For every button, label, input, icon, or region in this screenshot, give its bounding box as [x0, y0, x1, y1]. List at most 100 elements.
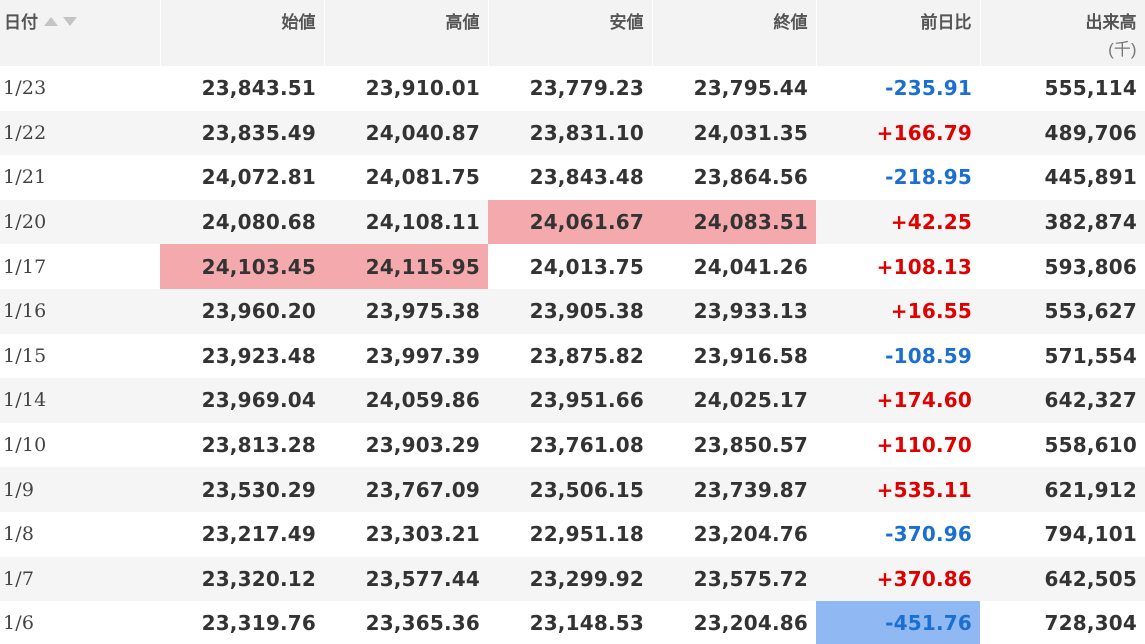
cell-close: 23,204.76 — [693, 522, 808, 547]
cell-low: 23,506.15 — [488, 467, 652, 512]
header-open: 始値 — [160, 0, 325, 66]
header-close: 終値 — [652, 0, 817, 66]
cell-high: 24,059.86 — [324, 378, 488, 423]
cell-high: 23,577.44 — [324, 556, 488, 602]
header-high: 高値 — [324, 0, 489, 66]
cell-open: 23,217.49 — [201, 522, 316, 547]
cell-close: 24,031.35 — [652, 110, 816, 156]
header-volume-label: 出来高 — [1085, 13, 1137, 32]
cell-volume: 553,627 — [980, 288, 1145, 334]
cell-close: 23,795.44 — [693, 76, 808, 101]
cell-date: 1/20 — [0, 199, 160, 245]
cell-low: 23,905.38 — [488, 288, 652, 334]
cell-open: 23,530.29 — [160, 467, 324, 512]
header-date-label: 日付 — [4, 13, 38, 32]
cell-volume: 489,706 — [980, 110, 1145, 156]
cell-low: 23,831.10 — [488, 110, 652, 156]
cell-close: 24,025.17 — [652, 378, 816, 423]
cell-low: 23,299.92 — [488, 556, 652, 602]
cell-change: -370.96 — [885, 522, 972, 547]
cell-change: -218.95 — [885, 165, 972, 190]
cell-close: 23,916.58 — [693, 343, 808, 368]
cell-date: 1/14 — [0, 378, 160, 423]
cell-low: 22,951.18 — [529, 522, 644, 547]
table-row: 1/8 23,217.49 23,303.21 22,951.18 23,204… — [0, 512, 1145, 557]
table-row: 1/7 23,320.12 23,577.44 23,299.92 23,575… — [0, 556, 1145, 602]
cell-high: 23,365.36 — [365, 611, 480, 636]
cell-volume: 571,554 — [1044, 343, 1137, 368]
cell-change: +535.11 — [816, 467, 980, 512]
table-row: 1/21 24,072.81 24,081.75 23,843.48 23,86… — [0, 155, 1145, 200]
cell-close: 23,864.56 — [693, 165, 808, 190]
cell-low: 24,013.75 — [529, 254, 644, 279]
table-row: 1/22 23,835.49 24,040.87 23,831.10 24,03… — [0, 110, 1145, 156]
cell-volume: 794,101 — [1044, 522, 1137, 547]
header-date[interactable]: 日付 — [0, 0, 161, 66]
cell-volume: 642,505 — [980, 556, 1145, 602]
table-row: 1/10 23,813.28 23,903.29 23,761.08 23,85… — [0, 423, 1145, 468]
table-row: 1/6 23,319.76 23,365.36 23,148.53 23,204… — [0, 601, 1145, 644]
cell-volume: 621,912 — [980, 467, 1145, 512]
table-row: 1/16 23,960.20 23,975.38 23,905.38 23,93… — [0, 288, 1145, 334]
cell-date: 1/21 — [3, 166, 47, 189]
cell-change: +166.79 — [816, 110, 980, 156]
cell-high: 24,081.75 — [365, 165, 480, 190]
cell-open: 23,813.28 — [201, 433, 316, 458]
header-volume-unit: (千) — [1108, 40, 1137, 59]
cell-change: +108.13 — [876, 254, 972, 279]
header-low: 安値 — [488, 0, 653, 66]
cell-change: +42.25 — [816, 199, 980, 245]
cell-open: 23,319.76 — [201, 611, 316, 636]
cell-date: 1/15 — [3, 344, 47, 367]
cell-change: +16.55 — [816, 288, 980, 334]
cell-date: 1/8 — [3, 523, 35, 546]
table-row: 1/9 23,530.29 23,767.09 23,506.15 23,739… — [0, 467, 1145, 512]
cell-open: 23,969.04 — [160, 378, 324, 423]
cell-close-highlighted: 24,083.51 — [652, 199, 816, 245]
cell-volume: 642,327 — [980, 378, 1145, 423]
cell-low: 23,779.23 — [529, 76, 644, 101]
cell-high: 23,903.29 — [365, 433, 480, 458]
cell-date: 1/9 — [0, 467, 160, 512]
cell-low-highlighted: 24,061.67 — [488, 199, 652, 245]
cell-open: 23,835.49 — [160, 110, 324, 156]
cell-date: 1/17 — [3, 255, 47, 278]
table-header-row: 日付 始値 高値 安値 終値 前日比 出来高 (千) — [0, 0, 1145, 66]
cell-change-highlighted: -451.76 — [816, 601, 980, 644]
cell-change: -235.91 — [885, 76, 972, 101]
table-row: 1/20 24,080.68 24,108.11 24,061.67 24,08… — [0, 199, 1145, 245]
sort-ascending-icon[interactable] — [44, 17, 58, 26]
cell-low: 23,951.66 — [488, 378, 652, 423]
cell-low: 23,843.48 — [529, 165, 644, 190]
cell-open: 24,072.81 — [201, 165, 316, 190]
cell-date: 1/16 — [0, 288, 160, 334]
cell-change: +110.70 — [876, 433, 972, 458]
stock-price-table: 日付 始値 高値 安値 終値 前日比 出来高 (千) 1/23 23,843.5… — [0, 0, 1145, 644]
table-row: 1/14 23,969.04 24,059.86 23,951.66 24,02… — [0, 378, 1145, 423]
cell-low: 23,875.82 — [529, 343, 644, 368]
cell-volume: 445,891 — [1044, 165, 1137, 190]
cell-close: 23,933.13 — [652, 288, 816, 334]
cell-date: 1/22 — [0, 110, 160, 156]
cell-high: 24,108.11 — [324, 199, 488, 245]
cell-volume: 558,610 — [1044, 433, 1137, 458]
cell-change: -108.59 — [885, 343, 972, 368]
table-row: 1/15 23,923.48 23,997.39 23,875.82 23,91… — [0, 334, 1145, 379]
cell-date: 1/23 — [3, 77, 47, 100]
cell-open: 23,923.48 — [201, 343, 316, 368]
cell-high: 23,975.38 — [324, 288, 488, 334]
cell-volume: 593,806 — [1044, 254, 1137, 279]
cell-date: 1/7 — [0, 556, 160, 602]
cell-low: 23,761.08 — [529, 433, 644, 458]
cell-change: +174.60 — [816, 378, 980, 423]
cell-high: 23,767.09 — [324, 467, 488, 512]
cell-date: 1/10 — [3, 434, 47, 457]
table-row: 1/17 24,103.45 24,115.95 24,013.75 24,04… — [0, 244, 1145, 289]
cell-close: 23,739.87 — [652, 467, 816, 512]
cell-volume: 728,304 — [1044, 611, 1137, 636]
cell-high: 23,910.01 — [365, 76, 480, 101]
cell-close: 23,204.86 — [693, 611, 808, 636]
sort-descending-icon[interactable] — [63, 17, 77, 26]
cell-change: +370.86 — [816, 556, 980, 602]
cell-date: 1/6 — [3, 612, 35, 635]
